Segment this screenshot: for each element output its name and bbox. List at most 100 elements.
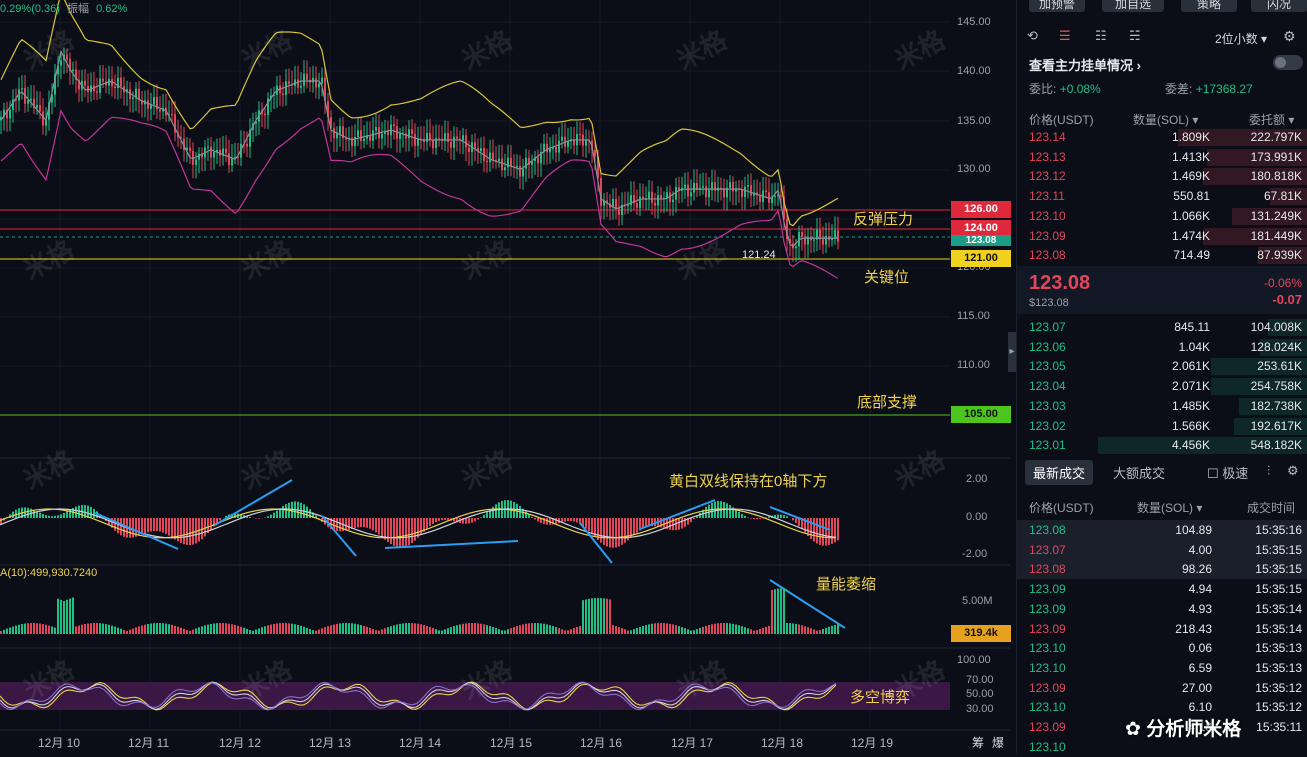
trade-row[interactable]: 123.094.9315:35:14 [1017,599,1307,619]
macd-bar [612,518,614,548]
volume-bar [96,623,98,634]
volume-bar [546,624,548,634]
bid-row[interactable]: 123.07845.11104.008K [1017,318,1307,337]
x-tick: 12月 10 [38,734,80,751]
trade-row[interactable]: 123.094.9415:35:15 [1017,579,1307,599]
chips-button[interactable]: 筹 [972,734,984,751]
book-header-qty[interactable]: 数量(SOL) ▾ [1133,111,1198,128]
macd-bar [381,518,383,537]
candle-body [372,130,374,140]
gear-icon[interactable]: ⚙ [1283,28,1296,45]
bid-row[interactable]: 123.014.456K548.182K [1017,436,1307,455]
main-force-link[interactable]: 查看主力挂单情况 › [1029,55,1141,74]
volume-bar [825,628,827,634]
volume-bar [771,590,773,634]
diff-value: +17368.27 [1196,82,1253,96]
price-tick: 115.00 [957,310,990,322]
volume-bar [243,628,245,634]
trend-arrow [215,480,292,525]
volume-bar [378,631,380,634]
ask-row[interactable]: 123.091.474K181.449K [1017,227,1307,246]
book-bids-icon[interactable]: ☷ [1095,28,1107,44]
ask-row[interactable]: 123.141.809K222.797K [1017,128,1307,147]
chart-area[interactable]: 0.29%(0.36) 振幅 0.62% 145.00 140.00 135.0… [0,0,1010,754]
add-alert-button[interactable]: 加预警 [1029,0,1085,12]
volume-bar [834,625,836,634]
volume-bar [573,628,575,634]
macd-bar [282,506,284,518]
volume-bar [567,630,569,634]
ask-total: 67.81K [1264,189,1302,203]
tab-large-trades[interactable]: 大额成交 [1113,463,1165,482]
trade-row[interactable]: 123.106.5915:35:13 [1017,658,1307,678]
speed-checkbox[interactable]: ☐ 极速 [1207,463,1248,482]
macd-bar [192,518,194,545]
trade-row[interactable]: 123.08104.8915:35:16 [1017,520,1307,540]
bid-row[interactable]: 123.021.566K192.617K [1017,417,1307,436]
add-favorite-button[interactable]: 加自选 [1102,0,1164,12]
ask-row[interactable]: 123.101.066K131.249K [1017,207,1307,226]
volume-bar [153,623,155,634]
tab-latest-trades[interactable]: 最新成交 [1025,460,1093,485]
macd-bar [792,518,794,520]
last-price-block[interactable]: 123.08 $123.08 -0.06% -0.07 [1017,266,1307,314]
trade-qty: 4.00 [1189,543,1212,557]
candle-body [732,182,734,191]
trade-row[interactable]: 123.0898.2615:35:15 [1017,559,1307,579]
trade-row[interactable]: 123.100.0615:35:13 [1017,638,1307,658]
ask-row[interactable]: 123.08714.4987.939K [1017,246,1307,265]
volume-bar [741,626,743,634]
candle-body [468,147,470,152]
macd-bar [729,505,731,518]
trade-row[interactable]: 123.0927.0015:35:12 [1017,678,1307,698]
trade-row[interactable]: 123.09218.4315:35:14 [1017,619,1307,639]
panel-collapse-handle[interactable]: ▸ [1008,332,1016,372]
candle-body [363,139,365,142]
bid-row[interactable]: 123.042.071K254.758K [1017,377,1307,396]
annotation-key-level: 关键位 [864,266,909,287]
filter-icon[interactable]: ⫶ [1267,463,1270,479]
volume-bar [510,628,512,634]
trade-qty: 6.59 [1189,661,1212,675]
liquidation-button[interactable]: 爆 [992,734,1004,751]
trade-header-qty[interactable]: 数量(SOL) ▾ [1137,499,1202,516]
macd-bar [162,518,164,533]
book-header-total[interactable]: 委托额 ▾ [1249,111,1294,128]
candle-body [393,124,395,126]
candle-body [579,134,581,135]
book-both-icon[interactable]: ☰ [1059,28,1071,44]
volume-bar [525,624,527,634]
flash-button[interactable]: 闪况 [1251,0,1307,12]
main-force-toggle[interactable] [1273,55,1303,70]
candle-body [555,147,557,153]
chart-canvas[interactable] [0,0,1010,754]
volume-bar [666,623,668,634]
book-asks-icon[interactable]: ☵ [1129,28,1141,44]
trade-price: 123.10 [1029,740,1066,754]
volume-bar [306,628,308,634]
trade-row[interactable]: 123.074.0015:35:15 [1017,540,1307,560]
bid-row[interactable]: 123.052.061K253.61K [1017,357,1307,376]
macd-bar [165,518,167,534]
volume-bar [399,624,401,634]
bid-row[interactable]: 123.061.04K128.024K [1017,338,1307,357]
decimal-select[interactable]: 2位小数 ▾ [1215,30,1267,47]
macd-bar [483,515,485,518]
ask-row[interactable]: 123.131.413K173.991K [1017,148,1307,167]
bid-row[interactable]: 123.031.485K182.738K [1017,397,1307,416]
reset-icon[interactable]: ⟲ [1027,28,1038,44]
candle-body [195,160,197,165]
strategy-button[interactable]: 策略 [1181,0,1237,12]
macd-bar [615,518,617,547]
macd-bar [150,518,152,532]
ask-row[interactable]: 123.121.469K180.818K [1017,167,1307,186]
macd-bar [378,518,380,535]
settings-icon[interactable]: ⚙ [1287,463,1299,479]
ask-row[interactable]: 123.11550.8167.81K [1017,187,1307,206]
x-tick: 12月 16 [580,734,622,751]
volume-bar [783,588,785,634]
ask-qty: 1.066K [1172,209,1210,223]
macd-bar [399,518,401,548]
macd-bar [39,513,41,518]
price-tick: 130.00 [957,163,991,175]
